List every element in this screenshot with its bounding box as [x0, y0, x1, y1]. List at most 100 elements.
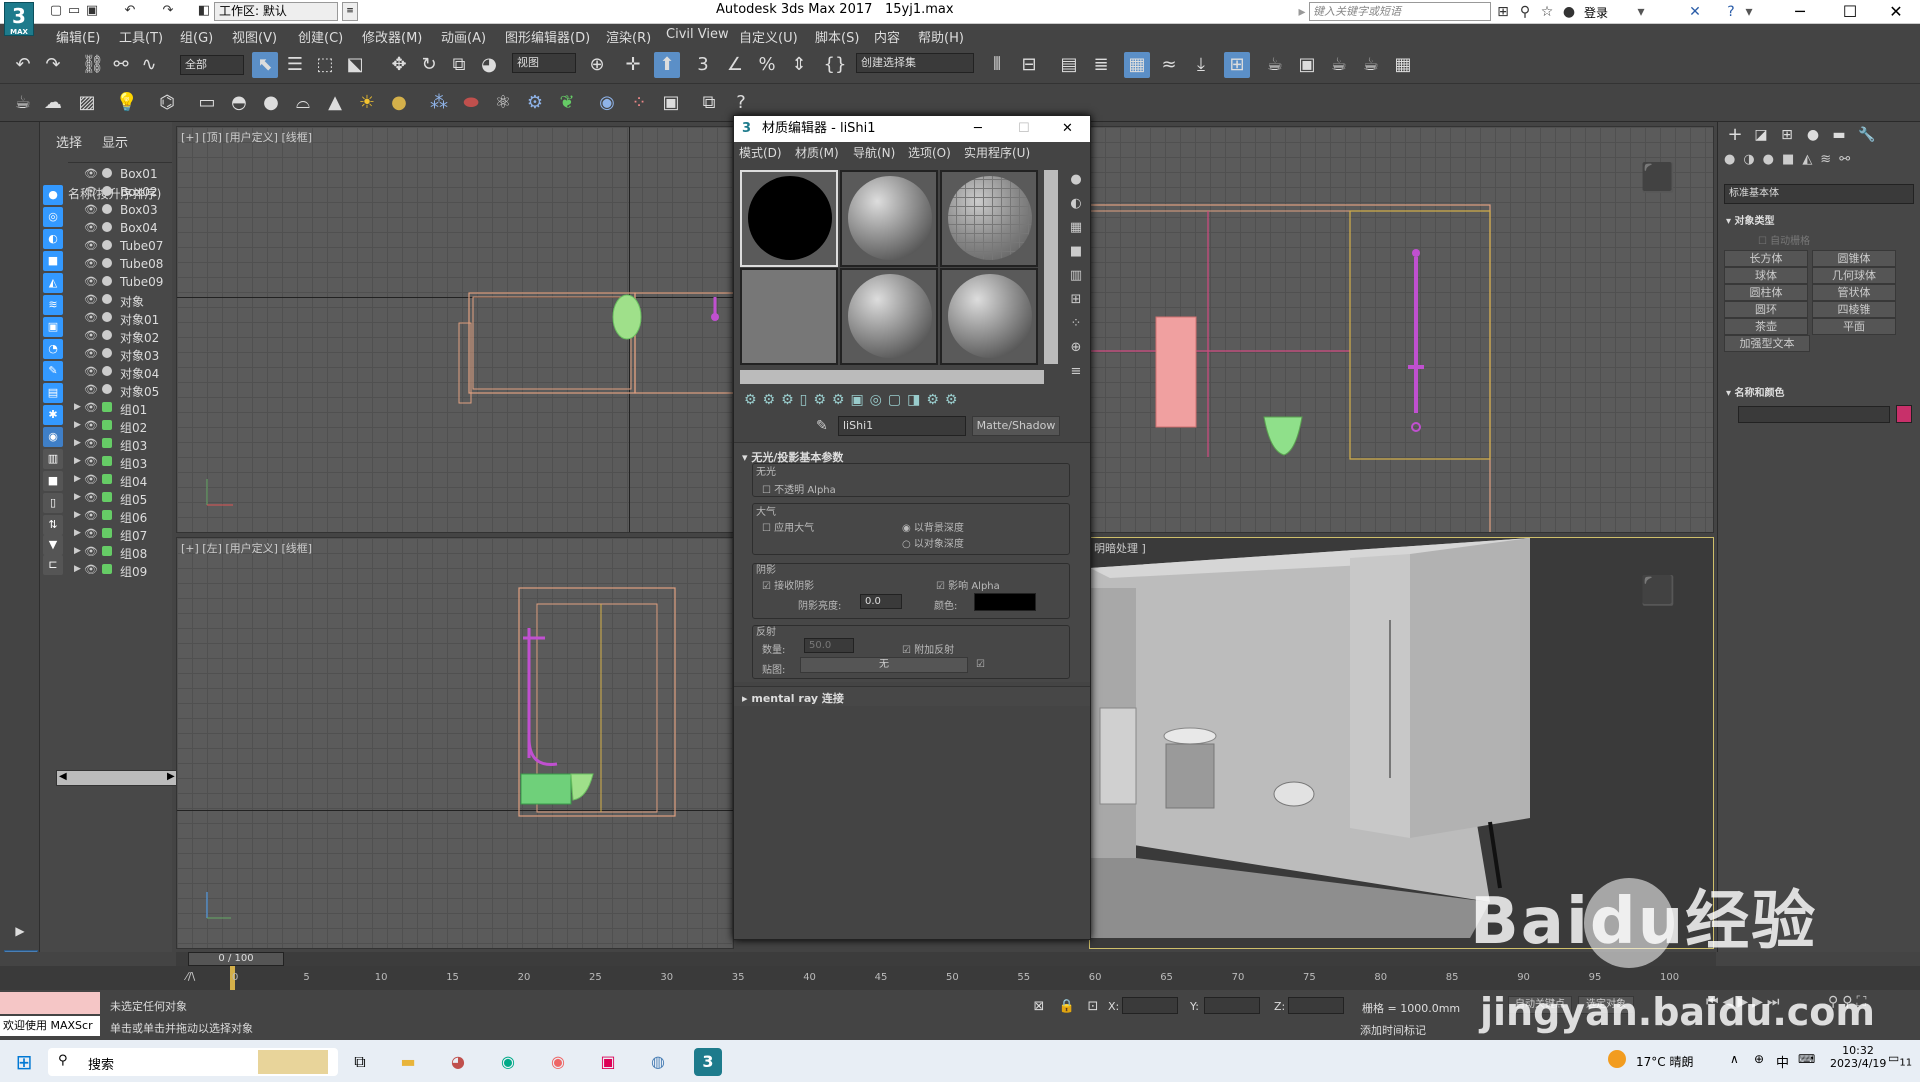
slots-vertical-scrollbar[interactable] [1044, 170, 1058, 364]
list-item[interactable]: 👁 对象01 [40, 309, 172, 327]
ribbon-toggle-icon[interactable]: ▦ [1124, 52, 1150, 78]
play-icon[interactable]: ▶ [7, 918, 33, 944]
object-color-swatch[interactable] [1896, 405, 1912, 423]
create-2-button[interactable]: 球体 [1724, 267, 1808, 284]
expand-arrow-icon[interactable]: ▶ [74, 546, 81, 556]
network-icon[interactable]: ⊕ [1754, 1052, 1764, 1066]
visibility-eye-icon[interactable]: 👁 [84, 473, 98, 486]
redo-icon[interactable]: ↷ [160, 3, 176, 19]
subscription-icon[interactable]: ⚲ [1516, 3, 1534, 21]
visibility-eye-icon[interactable]: 👁 [84, 455, 98, 468]
sky-sphere-icon[interactable]: ● [386, 90, 412, 116]
visibility-eye-icon[interactable]: 👁 [84, 185, 98, 198]
reference-coord-dropdown[interactable]: 视图 [512, 53, 576, 73]
visibility-eye-icon[interactable]: 👁 [84, 275, 98, 288]
particles-icon[interactable]: ⁂ [426, 90, 452, 116]
teapot-icon[interactable]: ☕ [10, 90, 36, 116]
visibility-eye-icon[interactable]: 👁 [84, 167, 98, 180]
search-input[interactable]: 键入关键字或短语 [1309, 2, 1491, 21]
list-item[interactable]: ▶ 👁 组07 [40, 525, 172, 543]
rotate-icon[interactable]: ↻ [416, 52, 442, 78]
open-file-icon[interactable]: ▭ [66, 3, 82, 19]
create-5-button[interactable]: 管状体 [1812, 284, 1896, 301]
eyedropper-icon[interactable]: ✎ [816, 418, 828, 434]
expand-arrow-icon[interactable]: ▶ [74, 510, 81, 520]
shaders-icon[interactable]: ⁘ [626, 90, 652, 116]
lock-icon[interactable]: 🔒 [1054, 994, 1080, 1020]
align-icon[interactable]: ⊟ [1016, 52, 1042, 78]
menu-utilities[interactable]: 实用程序(U) [964, 144, 1030, 161]
list-item[interactable]: ▶ 👁 组04 [40, 471, 172, 489]
mental-ray-rollout[interactable]: ▸ mental ray 连接 [734, 686, 1090, 706]
affect-alpha-checkbox[interactable]: ☑ 影响 Alpha [936, 577, 1000, 592]
material-slot-1[interactable] [740, 170, 838, 267]
render-elements-icon[interactable]: ▣ [658, 90, 684, 116]
modify-tab-icon[interactable]: ◪ [1748, 122, 1774, 148]
create-6-button[interactable]: 圆环 [1724, 301, 1808, 318]
create-10-button[interactable]: 加强型文本 [1724, 335, 1810, 352]
select-by-name-icon[interactable]: ☰ [282, 52, 308, 78]
x-coord-field[interactable] [1122, 997, 1178, 1014]
scale-icon[interactable]: ⧉ [446, 52, 472, 78]
list-item[interactable]: 👁 Box04 [40, 219, 172, 237]
clock[interactable]: 10:32 2023/4/19 [1830, 1044, 1886, 1070]
sphere-primitive-icon[interactable]: ● [258, 90, 284, 116]
help-icon[interactable]: ? [1722, 3, 1740, 21]
chevron-left-icon[interactable]: ◀ [59, 771, 67, 782]
select-manipulate-icon[interactable]: ✛ [620, 52, 646, 78]
schematic-view-icon[interactable]: ⤓ [1188, 52, 1214, 78]
list-item[interactable]: 👁 Box03 [40, 201, 172, 219]
gear-icon[interactable]: ⚙ [522, 90, 548, 116]
light-icon[interactable]: 💡 [114, 90, 140, 116]
list-item[interactable]: 👁 对象05 [40, 381, 172, 399]
box-primitive-icon[interactable]: ▭ [194, 90, 220, 116]
tab-display[interactable]: 显示 [102, 132, 128, 151]
visibility-eye-icon[interactable]: 👁 [84, 509, 98, 522]
ime-indicator[interactable]: 中 [1776, 1052, 1789, 1071]
selection-region-icon[interactable]: ⬚ [312, 52, 338, 78]
menu-content[interactable]: 内容 [874, 27, 900, 46]
menu-civil-view[interactable]: Civil View [666, 27, 729, 42]
capsule-icon[interactable]: ⬬ [458, 90, 484, 116]
visibility-eye-icon[interactable]: 👁 [84, 365, 98, 378]
create-3-button[interactable]: 几何球体 [1812, 267, 1896, 284]
app-icon[interactable]: ◍ [644, 1048, 672, 1076]
rollout-title[interactable]: ▸ mental ray 连接 [742, 690, 844, 706]
create-0-button[interactable]: 长方体 [1724, 250, 1808, 267]
hemisphere-icon[interactable]: ◓ [226, 90, 252, 116]
maximize-button[interactable]: ☐ [1018, 116, 1030, 142]
expand-arrow-icon[interactable]: ▶ [74, 528, 81, 538]
place-icon[interactable]: ◕ [476, 52, 502, 78]
menu-graph-editors[interactable]: 图形编辑器(D) [505, 27, 590, 46]
menu-edit[interactable]: 编辑(E) [56, 27, 100, 46]
viewport-left[interactable]: [+] [左] [用户定义] [线框] [176, 537, 734, 949]
y-coord-field[interactable] [1204, 997, 1260, 1014]
visibility-eye-icon[interactable]: 👁 [84, 221, 98, 234]
menu-options[interactable]: 选项(O) [908, 144, 951, 161]
map-button[interactable]: 无 [800, 657, 968, 673]
globe-icon[interactable]: ◉ [594, 90, 620, 116]
angle-snap-icon[interactable]: ∠ [722, 52, 748, 78]
list-item[interactable]: ▶ 👁 组08 [40, 543, 172, 561]
close-button[interactable]: ✕ [1876, 0, 1916, 24]
list-item[interactable]: ▶ 👁 组01 [40, 399, 172, 417]
move-icon[interactable]: ✥ [386, 52, 412, 78]
link-icon[interactable]: ⛓ [80, 52, 106, 78]
app-icon[interactable]: ▣ [594, 1048, 622, 1076]
viewcube-icon[interactable]: ⬛ [1638, 161, 1678, 201]
binoculars-icon[interactable]: ⊞ [1494, 3, 1512, 21]
material-slot-4[interactable] [740, 268, 838, 365]
apply-atmosphere-checkbox[interactable]: ☐ 应用大气 [762, 519, 814, 534]
create-tab-icon[interactable]: + [1722, 122, 1748, 148]
add-time-tag-button[interactable]: 添加时间标记 [1360, 1022, 1426, 1038]
visibility-eye-icon[interactable]: 👁 [84, 401, 98, 414]
undo-icon[interactable]: ↶ [122, 3, 138, 19]
create-1-button[interactable]: 圆锥体 [1812, 250, 1896, 267]
display-tab-icon[interactable]: ▬ [1826, 122, 1852, 148]
visibility-eye-icon[interactable]: 👁 [84, 491, 98, 504]
primitive-type-dropdown[interactable]: 标准基本体 [1724, 184, 1914, 204]
scene-explorer-icon[interactable]: ▤ [1056, 52, 1082, 78]
redo-icon[interactable]: ↷ [40, 52, 66, 78]
menu-modifiers[interactable]: 修改器(M) [362, 27, 422, 46]
visibility-eye-icon[interactable]: 👁 [84, 203, 98, 216]
